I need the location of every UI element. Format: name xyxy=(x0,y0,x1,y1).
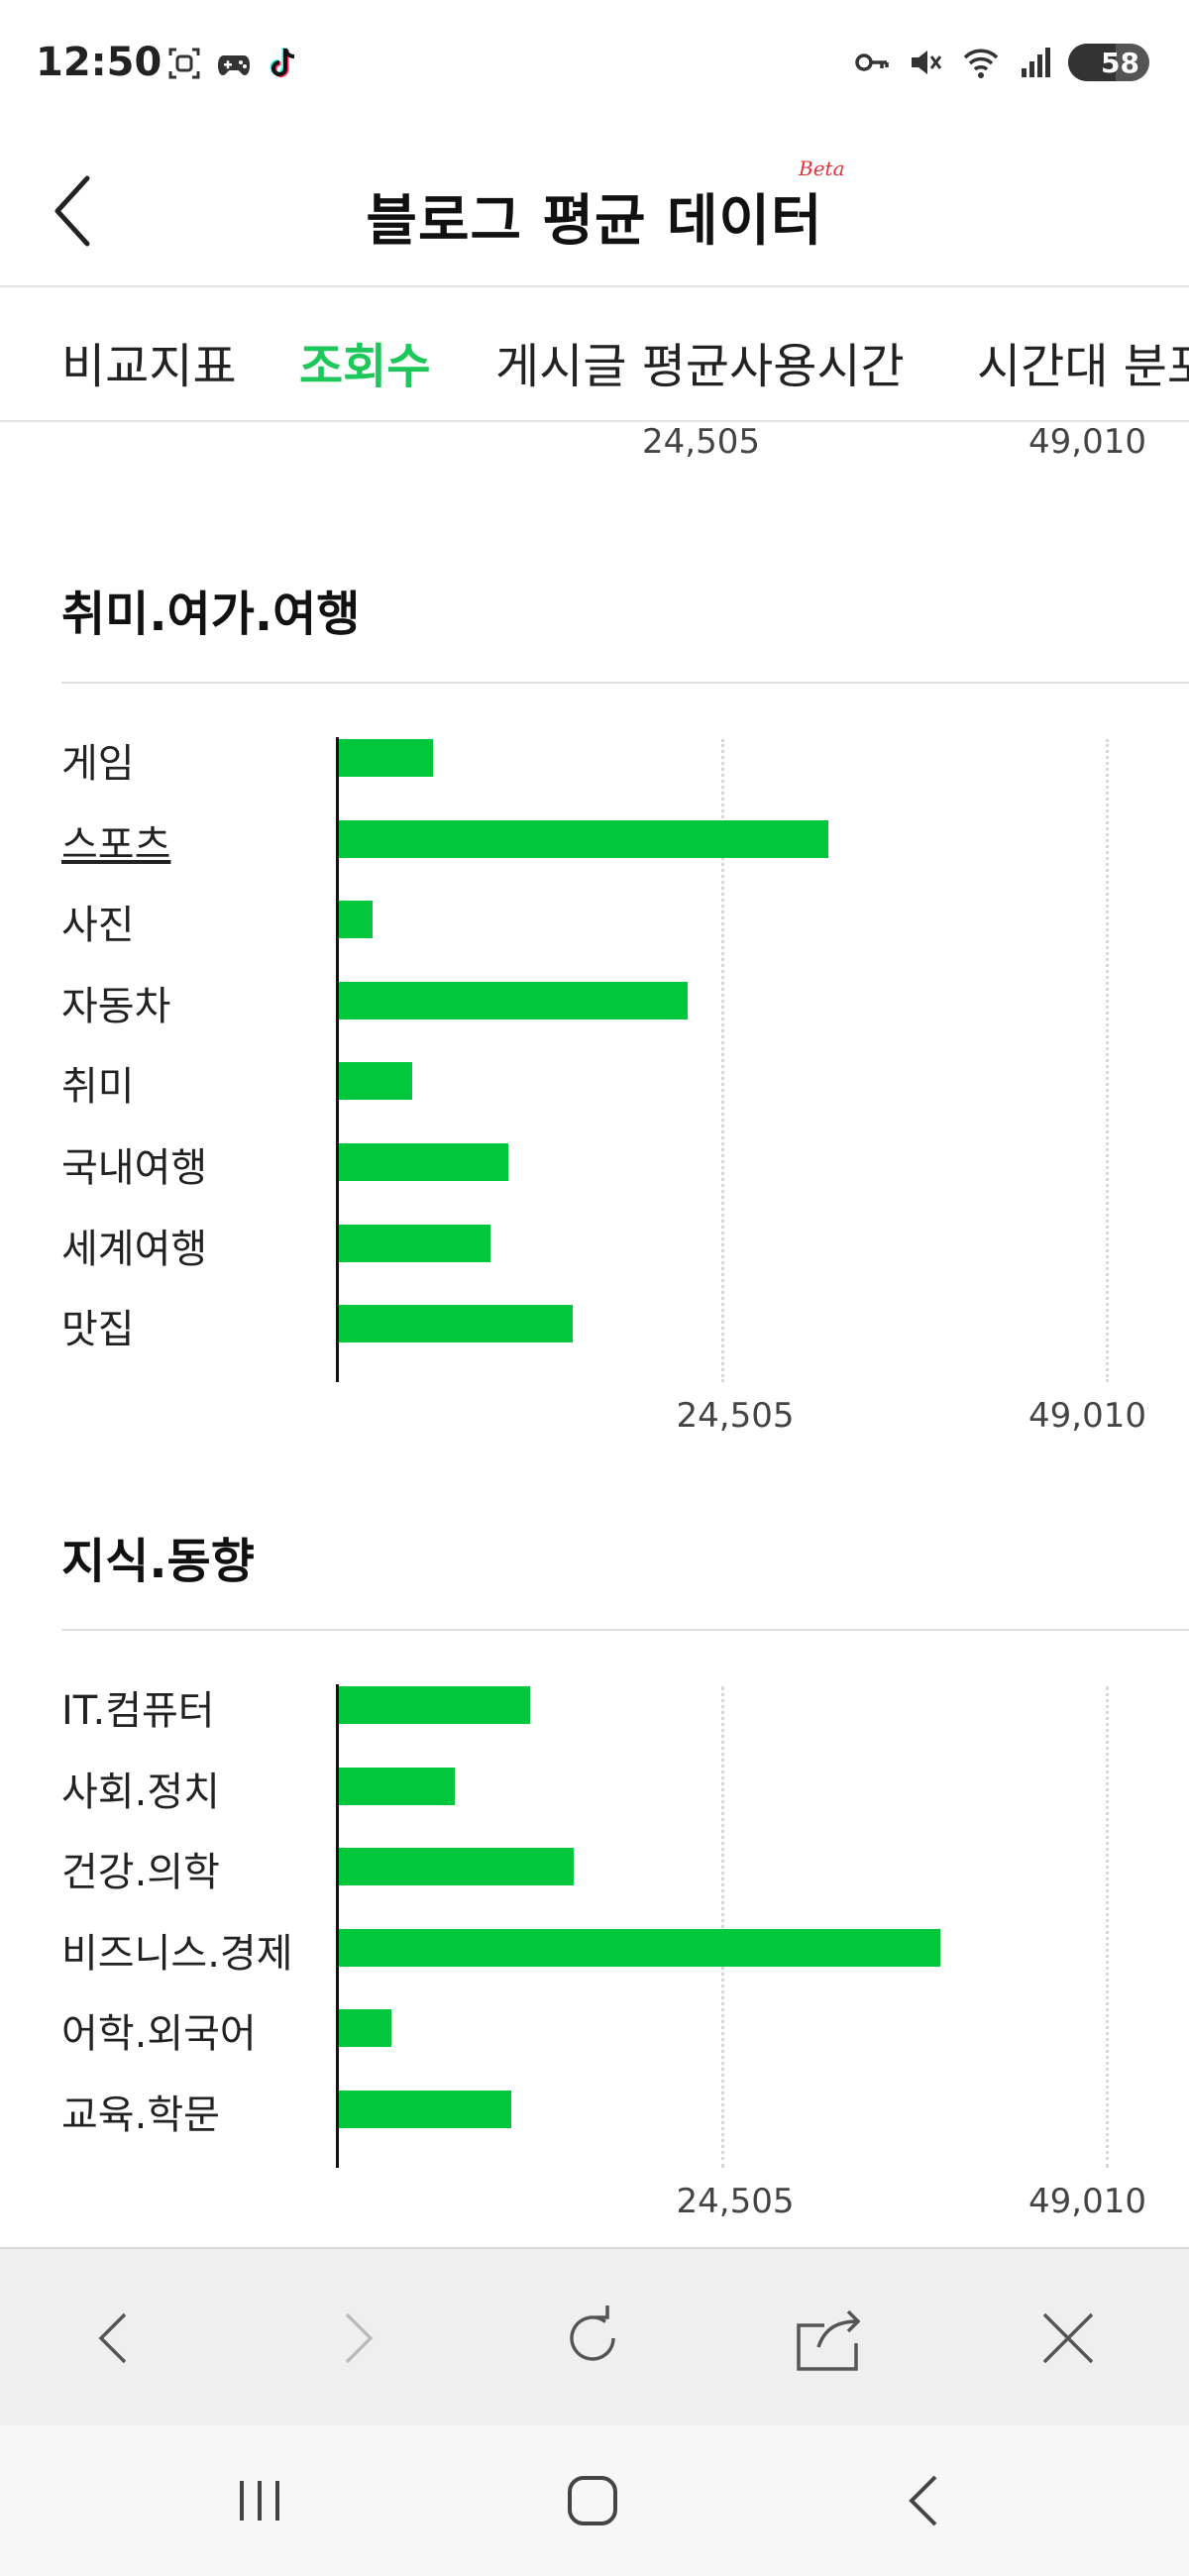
mute-icon xyxy=(912,51,942,74)
status-left-icons xyxy=(166,46,301,81)
category-label: 사회.정치 xyxy=(61,1769,220,1815)
category-label: 교육.학문 xyxy=(61,2093,220,2138)
bar xyxy=(337,1305,573,1343)
signal-icon xyxy=(1022,48,1050,77)
category-label: 국내여행 xyxy=(61,1145,208,1191)
browser-toolbar xyxy=(0,2247,1189,2425)
back-icon xyxy=(98,2312,127,2364)
gridline-mid xyxy=(720,1686,724,2168)
category-label: 비즈니스.경제 xyxy=(61,1930,293,1977)
category-label: 건강.의학 xyxy=(61,1850,220,1896)
axis-mid-label: 24,505 xyxy=(676,1395,795,1436)
recents-button[interactable] xyxy=(220,2461,299,2540)
bar xyxy=(337,1686,530,1724)
tab-comparison[interactable]: 비교지표 xyxy=(61,327,237,396)
status-right-icons: 58 xyxy=(850,44,1149,81)
browser-share-button[interactable] xyxy=(791,2299,870,2378)
axis-max-label: 49,010 xyxy=(1028,2181,1146,2221)
gridline-max xyxy=(1106,739,1109,1382)
bar xyxy=(337,1848,575,1886)
category-label: 게임 xyxy=(61,741,135,787)
bar xyxy=(337,1928,940,1967)
tab-views[interactable]: 조회수 xyxy=(299,327,430,396)
tiktok-icon xyxy=(270,48,295,77)
status-bar: 12:50 58 xyxy=(0,0,1189,129)
chart-baseline xyxy=(336,737,339,1382)
axis-max-label: 49,010 xyxy=(1028,422,1146,462)
page-title: 블로그 평균 데이터 xyxy=(366,189,823,254)
section-divider xyxy=(61,1629,1189,1631)
forward-icon xyxy=(345,2312,374,2364)
home-button[interactable] xyxy=(553,2461,632,2540)
browser-close-button[interactable] xyxy=(1028,2299,1108,2378)
back-icon xyxy=(909,2475,937,2526)
battery-percent: 58 xyxy=(1101,46,1139,79)
category-label: 사진 xyxy=(61,903,135,949)
section-title: 지식.동향 xyxy=(61,1534,255,1589)
category-label: 세계여행 xyxy=(61,1226,208,1272)
recents-icon xyxy=(240,2481,279,2521)
browser-back-button[interactable] xyxy=(77,2299,157,2378)
axis-mid-label: 24,505 xyxy=(642,422,760,462)
tab-avg-time[interactable]: 게시글 평균사용시간 xyxy=(495,327,905,396)
browser-forward-button[interactable] xyxy=(315,2299,394,2378)
bar xyxy=(337,1767,455,1805)
bar xyxy=(337,819,829,858)
category-label: 어학.외국어 xyxy=(61,2011,257,2058)
bar xyxy=(337,2009,392,2048)
section-title: 취미.여가.여행 xyxy=(61,587,361,642)
browser-reload-button[interactable] xyxy=(553,2299,632,2378)
game-controller-icon xyxy=(218,55,250,75)
bar xyxy=(337,2091,511,2128)
category-label: 맛집 xyxy=(61,1307,135,1353)
reload-icon xyxy=(570,2306,615,2361)
screenshot-icon xyxy=(168,48,200,79)
axis-mid-label: 24,505 xyxy=(676,2181,795,2221)
key-icon xyxy=(855,54,889,71)
home-icon xyxy=(568,2476,617,2525)
bar xyxy=(337,981,688,1020)
system-navigation-bar xyxy=(0,2425,1189,2576)
beta-badge: Beta xyxy=(799,157,845,180)
section-divider xyxy=(61,682,1189,684)
battery-icon: 58 xyxy=(1068,44,1149,81)
bar xyxy=(337,1143,508,1181)
bar xyxy=(337,739,433,777)
bar xyxy=(337,901,374,939)
category-label: 자동차 xyxy=(61,983,171,1029)
page-header: 블로그 평균 데이터 Beta xyxy=(0,129,1189,287)
gridline-max xyxy=(1106,1686,1109,2168)
bar xyxy=(337,1062,413,1101)
axis-max-label: 49,010 xyxy=(1028,1395,1146,1436)
bar xyxy=(337,1224,491,1262)
status-time: 12:50 xyxy=(36,40,162,85)
tab-time-distribution[interactable]: 시간대 분포 xyxy=(977,327,1189,396)
system-back-button[interactable] xyxy=(886,2461,965,2540)
category-label: 취미 xyxy=(61,1064,135,1111)
wifi-icon xyxy=(963,49,999,78)
share-icon xyxy=(797,2309,861,2371)
close-icon xyxy=(1042,2312,1094,2364)
tab-bar: 비교지표 조회수 게시글 평균사용시간 시간대 분포 xyxy=(0,289,1189,422)
category-label[interactable]: 스포츠 xyxy=(61,812,170,870)
previous-chart-axis: 24,505 49,010 xyxy=(0,422,1189,482)
category-label: IT.컴퓨터 xyxy=(61,1688,215,1734)
chart-baseline xyxy=(336,1684,339,2168)
